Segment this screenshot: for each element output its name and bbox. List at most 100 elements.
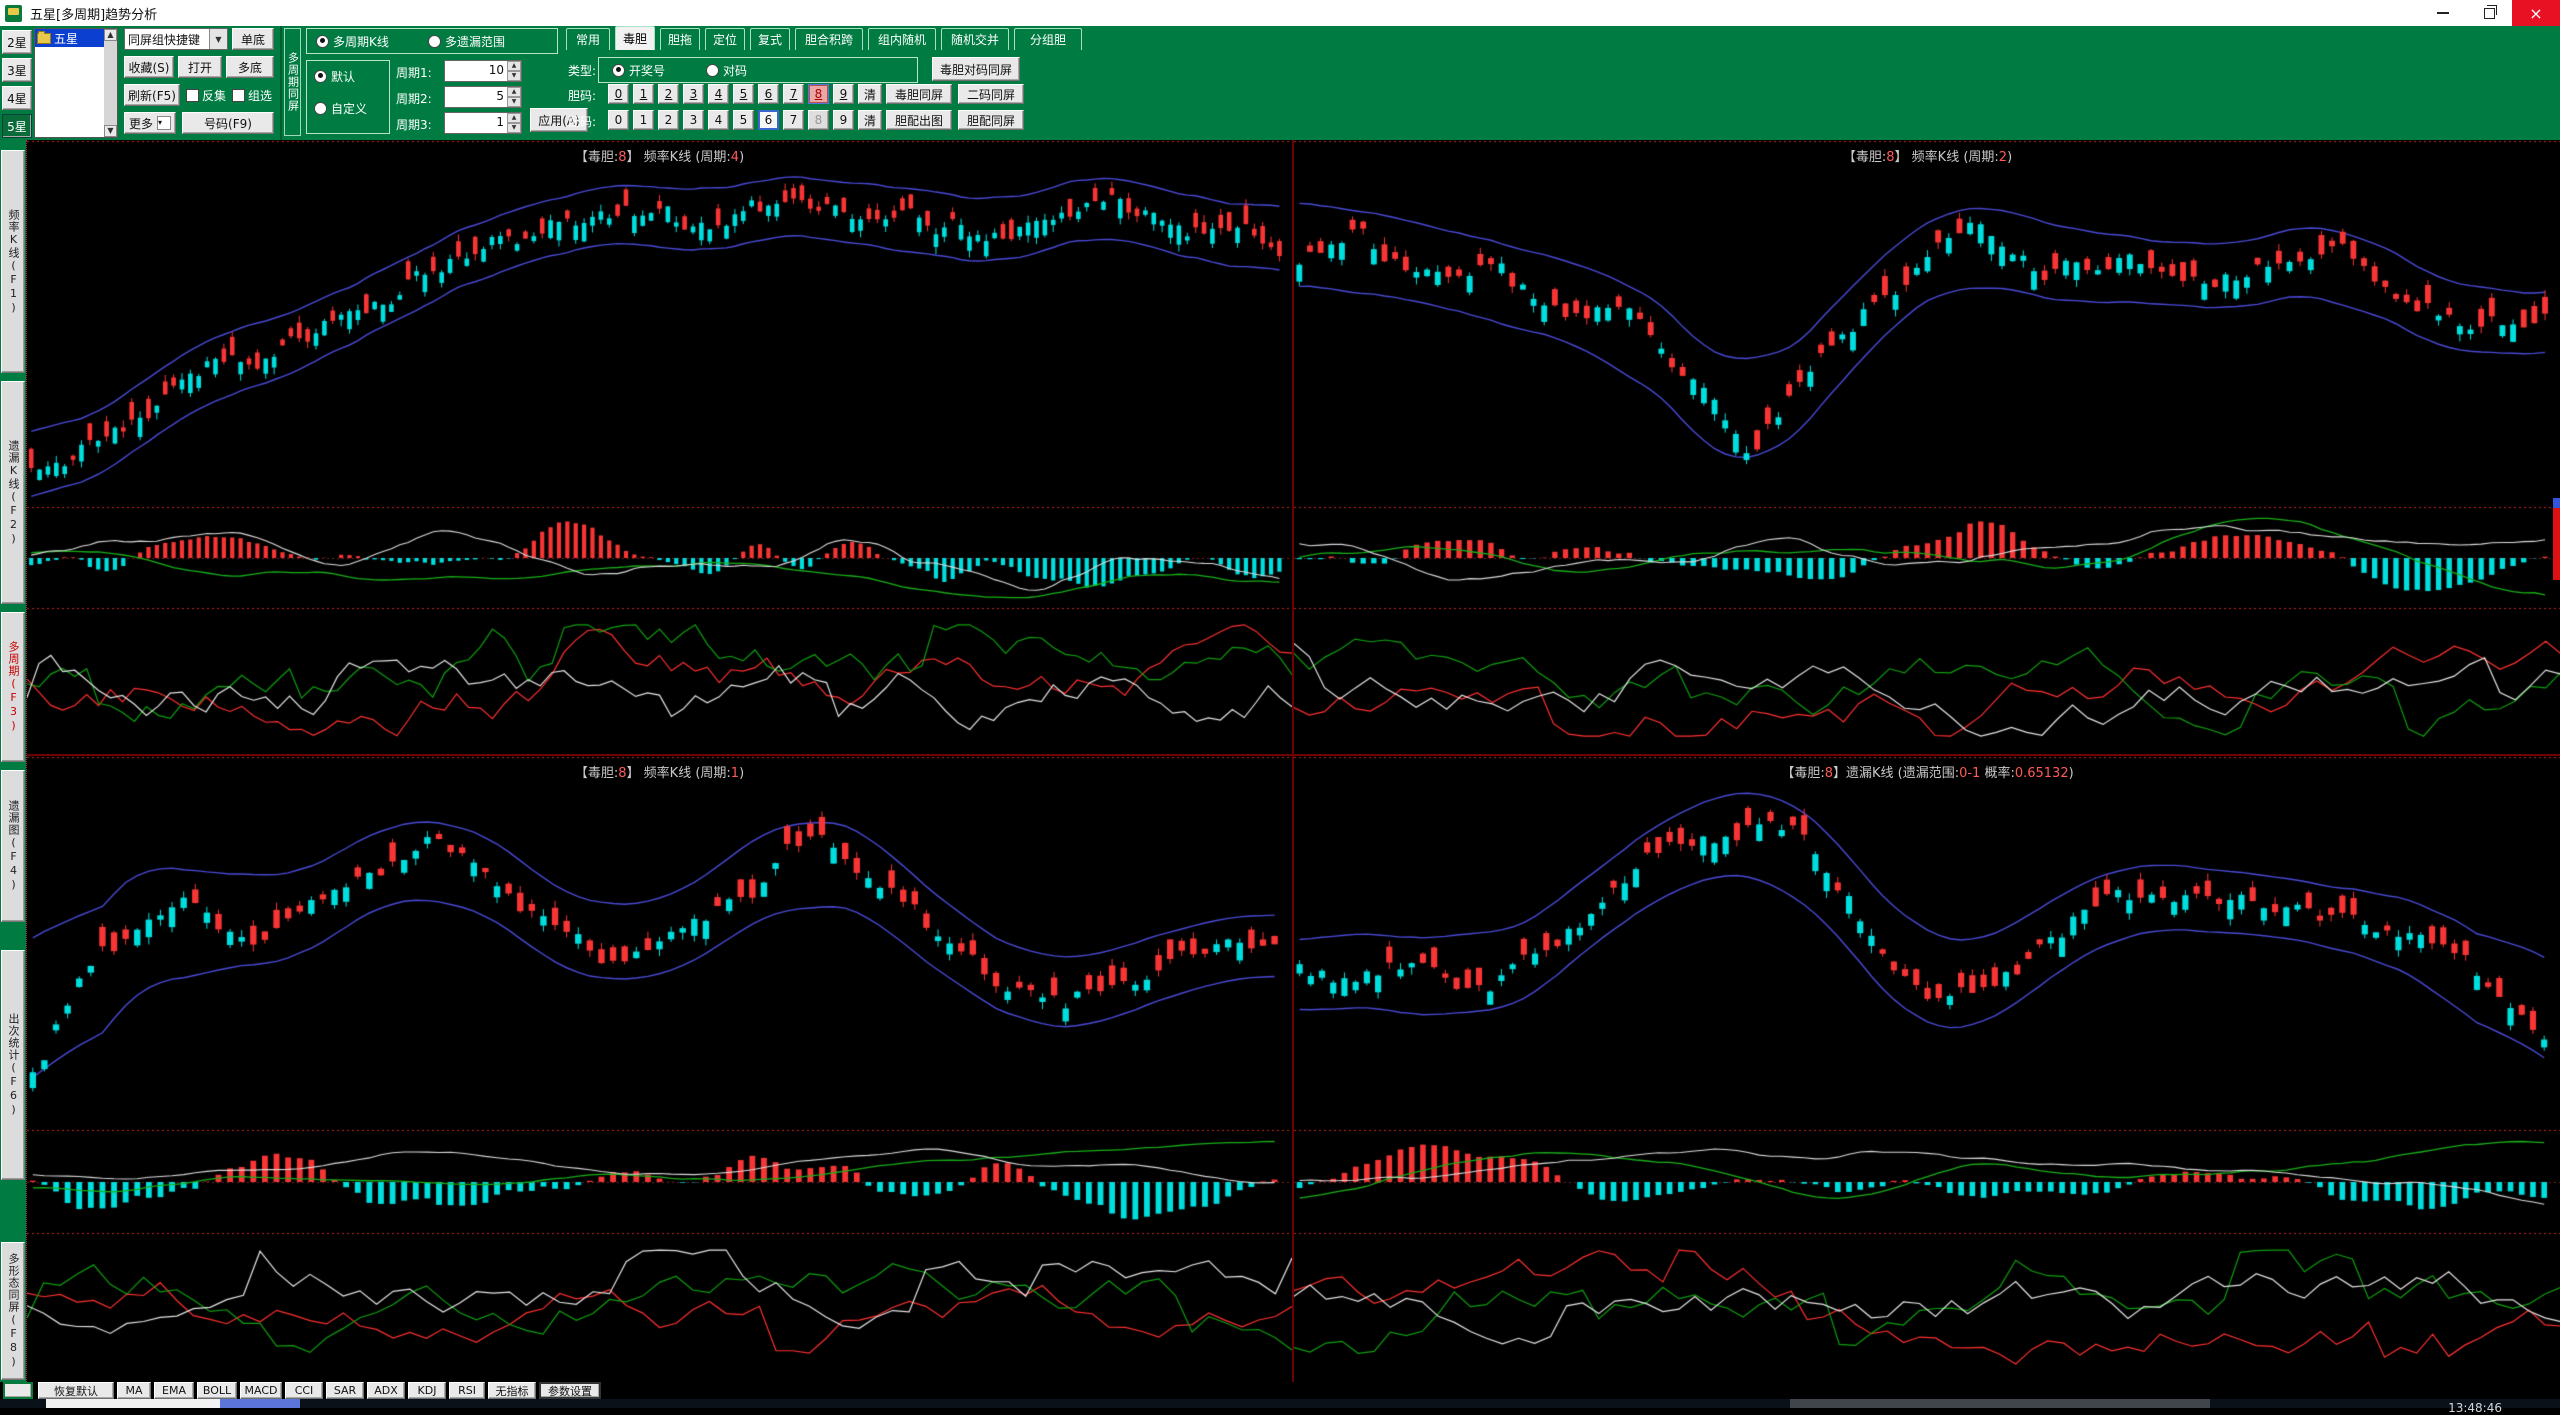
refresh-button[interactable]: 刷新(F5) xyxy=(124,84,180,106)
kline-chart-period4[interactable] xyxy=(27,140,1292,754)
taskbar-window-button[interactable] xyxy=(1790,1399,2210,1408)
close-button[interactable]: × xyxy=(2512,0,2560,26)
peima-digit-6[interactable]: 6 xyxy=(758,110,779,130)
danma-button-1[interactable]: 二码同屏 xyxy=(958,84,1024,104)
tab-胆拖[interactable]: 胆拖 xyxy=(660,28,700,50)
sidebar-item-4[interactable]: 遗漏图(F4) xyxy=(1,770,25,922)
danma-digit-8[interactable]: 8 xyxy=(808,84,829,104)
spinner-arrows[interactable]: ▲▼ xyxy=(507,61,521,81)
group-listbox[interactable]: 五星▲▼ xyxy=(34,28,118,138)
period-spinner-1[interactable]: 10▲▼ xyxy=(444,60,522,82)
peima-digit-5[interactable]: 5 xyxy=(733,110,754,130)
radio-icon[interactable] xyxy=(706,64,719,77)
spinner-down-icon[interactable]: ▼ xyxy=(507,71,521,81)
bottom-blank-button[interactable] xyxy=(3,1382,33,1399)
kline-chart-period2[interactable] xyxy=(1294,140,2560,754)
type-radio-0[interactable]: 开奖号 xyxy=(612,62,698,78)
compare-screen-button[interactable]: 毒胆对码同屏 xyxy=(932,57,1020,81)
star-button-2星[interactable]: 2星 xyxy=(2,30,32,54)
indicator-button-RSI[interactable]: RSI xyxy=(449,1382,485,1399)
more-button[interactable]: 更多▾ xyxy=(124,112,176,134)
star-button-5星[interactable]: 5星 xyxy=(2,114,32,138)
danma-clear-button[interactable]: 清 xyxy=(858,84,882,104)
tab-常用[interactable]: 常用 xyxy=(566,28,610,50)
tab-定位[interactable]: 定位 xyxy=(705,28,745,50)
spinner-up-icon[interactable]: ▲ xyxy=(507,61,521,71)
favorite-button[interactable]: 收藏(S) xyxy=(124,56,174,78)
tab-随机交并[interactable]: 随机交并 xyxy=(941,28,1009,50)
indicator-button-KDJ[interactable]: KDJ xyxy=(408,1382,446,1399)
mode-radio-0[interactable]: 多周期K线 xyxy=(316,33,424,49)
tab-复式[interactable]: 复式 xyxy=(750,28,790,50)
quick-group-dropdown[interactable]: 同屏组快捷键▼ xyxy=(124,28,228,50)
chevron-down-icon[interactable]: ▼ xyxy=(209,29,227,49)
indicator-button-恢复默认[interactable]: 恢复默认 xyxy=(38,1382,114,1399)
peima-digit-1[interactable]: 1 xyxy=(633,110,654,130)
scroll-down-icon[interactable]: ▼ xyxy=(104,125,117,137)
spinner-arrows[interactable]: ▲▼ xyxy=(507,87,521,107)
sidebar-item-1[interactable]: 频率K线(F1) xyxy=(1,150,25,373)
indicator-button-ADX[interactable]: ADX xyxy=(367,1382,405,1399)
indicator-button-无指标[interactable]: 无指标 xyxy=(488,1382,536,1399)
peima-digit-3[interactable]: 3 xyxy=(683,110,704,130)
peima-clear-button[interactable]: 清 xyxy=(858,110,882,130)
sidebar-item-2[interactable]: 遗漏K线(F2) xyxy=(1,381,25,604)
kline-chart-period1[interactable] xyxy=(27,756,1292,1382)
star-button-3星[interactable]: 3星 xyxy=(2,58,32,82)
radio-icon[interactable] xyxy=(314,70,327,83)
danma-digit-3[interactable]: 3 xyxy=(683,84,704,104)
period-spinner-2[interactable]: 5▲▼ xyxy=(444,86,522,108)
type-radio-1[interactable]: 对码 xyxy=(706,62,792,78)
indicator-button-CCI[interactable]: CCI xyxy=(285,1382,323,1399)
sidebar-item-3[interactable]: 多周期(F3) xyxy=(1,612,25,762)
indicator-button-BOLL[interactable]: BOLL xyxy=(197,1382,237,1399)
number-button[interactable]: 号码(F9) xyxy=(182,112,274,134)
multi-bottom-button[interactable]: 多底 xyxy=(226,56,274,78)
mode-radio-1[interactable]: 多遗漏范围 xyxy=(428,33,536,49)
peima-digit-9[interactable]: 9 xyxy=(833,110,854,130)
danma-digit-2[interactable]: 2 xyxy=(658,84,679,104)
danma-button-0[interactable]: 毒胆同屏 xyxy=(886,84,952,104)
spinner-up-icon[interactable]: ▲ xyxy=(507,87,521,97)
peima-digit-2[interactable]: 2 xyxy=(658,110,679,130)
indicator-button-SAR[interactable]: SAR xyxy=(326,1382,364,1399)
radio-icon[interactable] xyxy=(428,35,441,48)
preset-radio-1[interactable]: 自定义 xyxy=(314,100,386,116)
checkbox-icon[interactable] xyxy=(186,89,199,102)
vertical-tab-multi-period[interactable]: 多周期同屏 xyxy=(284,28,301,136)
sidebar-item-6[interactable]: 多形态同屏(F8) xyxy=(1,1242,25,1380)
danma-digit-0[interactable]: 0 xyxy=(608,84,629,104)
chevron-down-icon[interactable]: ▾ xyxy=(157,116,171,130)
spinner-down-icon[interactable]: ▼ xyxy=(507,123,521,133)
omission-kline-chart[interactable] xyxy=(1294,756,2560,1382)
peima-digit-0[interactable]: 0 xyxy=(608,110,629,130)
tab-毒胆[interactable]: 毒胆 xyxy=(615,26,655,50)
spinner-arrows[interactable]: ▲▼ xyxy=(507,113,521,133)
checkbox-icon[interactable] xyxy=(232,89,245,102)
peima-button-0[interactable]: 胆配出图 xyxy=(886,110,952,130)
peima-digit-7[interactable]: 7 xyxy=(783,110,804,130)
preset-radio-0[interactable]: 默认 xyxy=(314,68,386,84)
danma-digit-7[interactable]: 7 xyxy=(783,84,804,104)
tab-胆合积跨[interactable]: 胆合积跨 xyxy=(795,28,863,50)
restore-button[interactable] xyxy=(2466,0,2512,26)
open-button[interactable]: 打开 xyxy=(178,56,222,78)
peima-digit-4[interactable]: 4 xyxy=(708,110,729,130)
star-button-4星[interactable]: 4星 xyxy=(2,86,32,110)
scroll-up-icon[interactable]: ▲ xyxy=(104,29,117,41)
right-scroll-indicator[interactable] xyxy=(2553,498,2560,580)
danma-digit-9[interactable]: 9 xyxy=(833,84,854,104)
radio-icon[interactable] xyxy=(612,64,625,77)
indicator-button-MACD[interactable]: MACD xyxy=(240,1382,282,1399)
single-bottom-button[interactable]: 单底 xyxy=(232,28,274,50)
tab-分组胆[interactable]: 分组胆 xyxy=(1014,28,1082,50)
danma-digit-1[interactable]: 1 xyxy=(633,84,654,104)
radio-icon[interactable] xyxy=(314,102,327,115)
hscrollbar-track[interactable] xyxy=(46,1399,220,1408)
spinner-up-icon[interactable]: ▲ xyxy=(507,113,521,123)
peima-digit-8[interactable]: 8 xyxy=(808,110,829,130)
period-spinner-3[interactable]: 1▲▼ xyxy=(444,112,522,134)
tab-组内随机[interactable]: 组内随机 xyxy=(868,28,936,50)
radio-icon[interactable] xyxy=(316,35,329,48)
indicator-button-MA[interactable]: MA xyxy=(117,1382,151,1399)
